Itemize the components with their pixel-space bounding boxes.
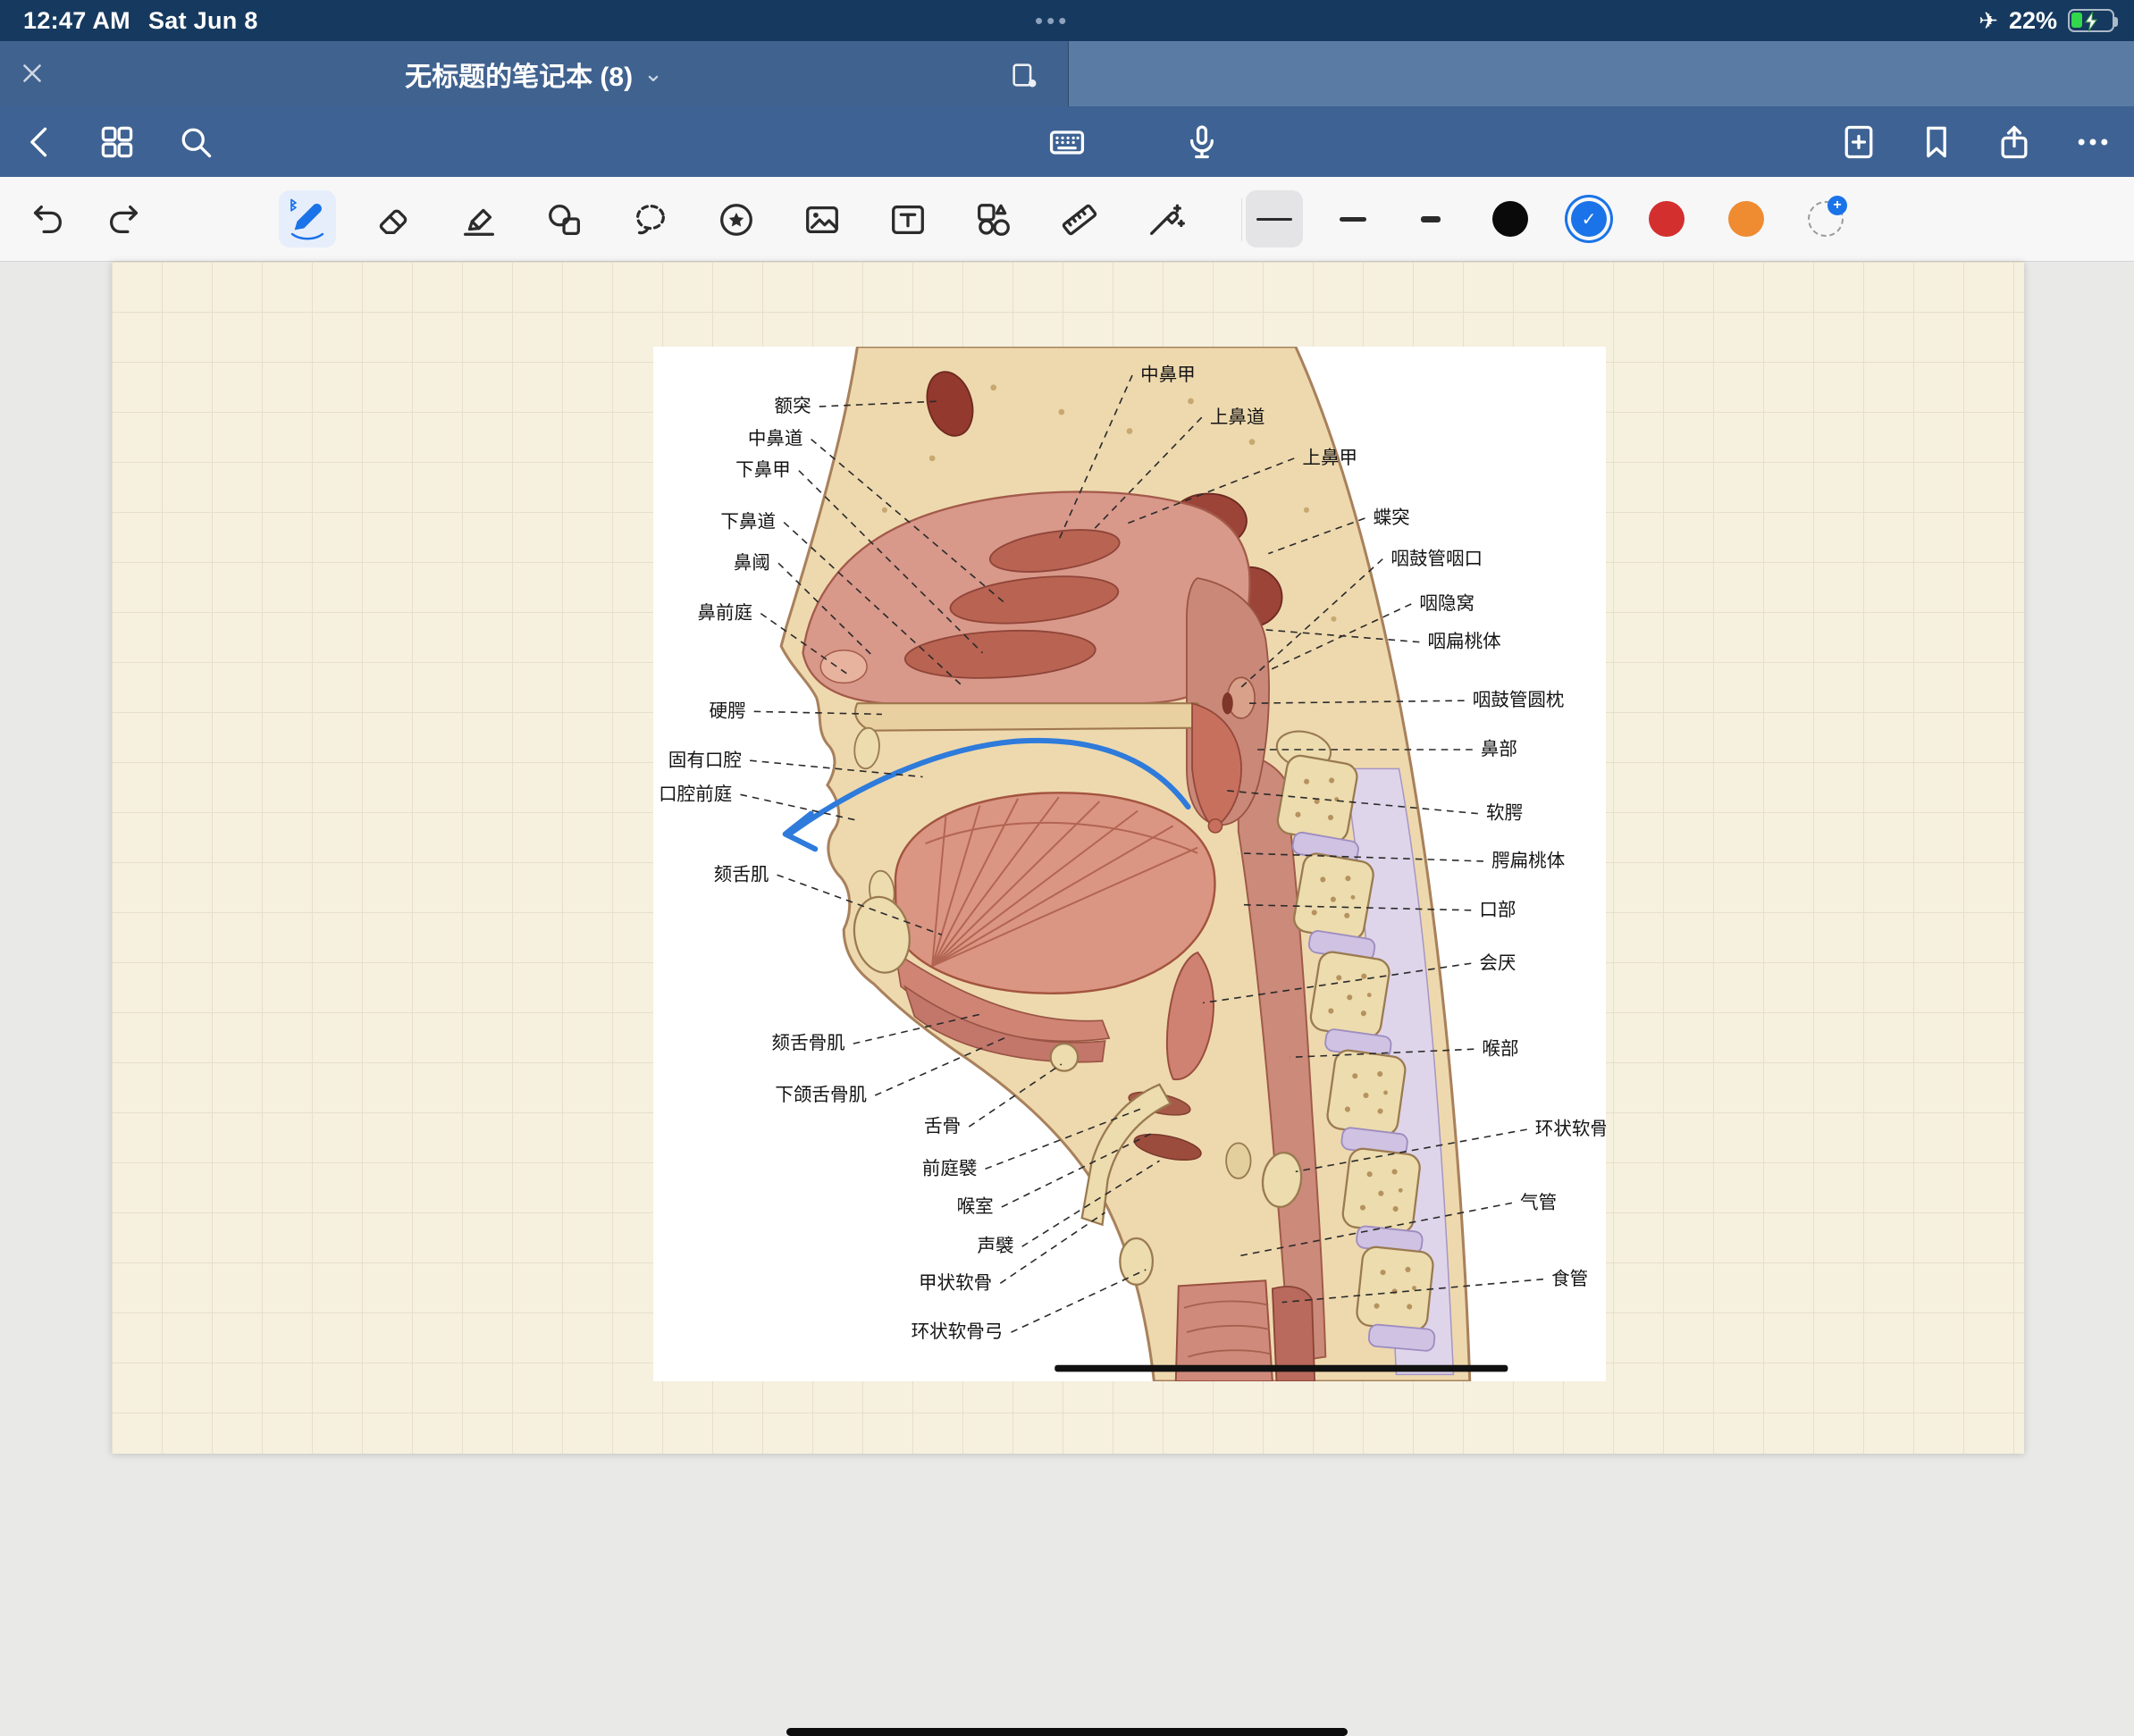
anatomy-label: 甲状软骨 [919,1271,992,1293]
anatomy-label: 鼻前庭 [698,602,753,624]
anatomy-label: 中鼻道 [748,428,803,449]
battery-icon [2068,9,2114,32]
anatomy-label: 蝶突 [1374,507,1410,528]
battery-percent: 22% [2009,7,2057,35]
note-page[interactable]: 额突中鼻道下鼻甲下鼻道鼻阈鼻前庭硬腭固有口腔口腔前庭颏舌肌颏舌骨肌下颌舌骨肌舌骨… [112,262,2024,1454]
add-page-button[interactable] [1838,122,1879,163]
anatomy-label: 咽鼓管咽口 [1390,548,1483,569]
anatomy-label: 声襞 [977,1235,1013,1256]
anatomy-label: 固有口腔 [668,749,742,770]
text-tool-button[interactable] [884,196,932,244]
canvas-area: 额突中鼻道下鼻甲下鼻道鼻阈鼻前庭硬腭固有口腔口腔前庭颏舌肌颏舌骨肌下颌舌骨肌舌骨… [0,262,2134,1490]
add-color-badge: + [1827,196,1847,215]
stroke-thickness-1-button[interactable] [1246,190,1303,247]
color-orange-button[interactable] [1728,201,1764,237]
tab-bar: 无标题的笔记本 (8) ⌄ [0,41,2134,106]
anatomy-label: 咽隐窝 [1419,592,1474,614]
multitask-dots-icon[interactable]: ••• [1035,0,1070,41]
anatomy-label: 中鼻甲 [1140,364,1196,385]
ruler-tool-button[interactable] [1055,196,1104,244]
color-black-button[interactable] [1492,201,1528,237]
anatomy-label: 腭扁桃体 [1491,850,1565,871]
anatomy-label: 颏舌肌 [714,863,769,885]
anatomy-label: 食管 [1551,1268,1588,1289]
anatomy-label: 下鼻甲 [735,459,791,481]
anatomy-label: 下鼻道 [720,511,776,533]
highlighter-tool-button[interactable] [455,196,503,244]
anatomy-label: 下颌舌骨肌 [775,1084,867,1105]
bluetooth-icon [291,199,296,210]
home-indicator[interactable] [786,1728,1348,1736]
eraser-tool-button[interactable] [369,196,417,244]
anatomy-label: 气管 [1520,1191,1557,1212]
ribbon-divider [1241,198,1242,241]
color-red-button[interactable] [1649,201,1685,237]
status-time: 12:47 AM [23,7,130,35]
anatomy-label: 前庭襞 [922,1157,978,1178]
custom-color-button[interactable]: + [1808,201,1844,237]
anatomy-label: 硬腭 [709,700,745,721]
status-date: Sat Jun 8 [148,7,258,35]
selected-check-icon: ✓ [1582,208,1597,231]
anatomy-label: 喉部 [1482,1037,1518,1059]
anatomy-label: 环状软骨弓 [912,1321,1004,1342]
anatomy-label: 口腔前庭 [659,783,732,804]
sticker-tool-button[interactable] [712,196,760,244]
stroke-thickness-3-button[interactable] [1402,190,1459,247]
redo-button[interactable] [100,196,148,244]
anatomy-label: 会厌 [1479,952,1516,973]
search-button[interactable] [175,122,216,163]
elements-tool-button[interactable] [970,196,1018,244]
keyboard-button[interactable] [1046,122,1088,163]
anatomy-label: 上鼻甲 [1302,447,1357,468]
anatomy-label: 颏舌骨肌 [772,1032,845,1053]
airplane-mode-icon: ✈ [1979,7,1998,35]
anatomy-figure[interactable]: 额突中鼻道下鼻甲下鼻道鼻阈鼻前庭硬腭固有口腔口腔前庭颏舌肌颏舌骨肌下颌舌骨肌舌骨… [653,347,1606,1381]
anatomy-label: 舌骨 [924,1115,961,1136]
pen-connected-arc [290,232,325,241]
more-options-button[interactable] [2072,122,2113,163]
anatomy-label: 鼻阈 [734,551,770,573]
page-layout-icon[interactable] [1003,54,1046,96]
shapes-tool-button[interactable] [541,196,589,244]
notebook-tab[interactable]: 无标题的笔记本 (8) ⌄ [0,41,1069,106]
anatomy-label: 咽鼓管圆枕 [1473,689,1565,710]
anatomy-label: 软腭 [1486,802,1523,824]
share-button[interactable] [1994,122,2035,163]
main-toolbar [0,106,2134,177]
image-scale-bar [1054,1365,1508,1372]
bookmark-button[interactable] [1916,122,1957,163]
color-blue-button[interactable]: ✓ [1571,201,1607,237]
status-bar: 12:47 AM Sat Jun 8 ••• ✈ 22% [0,0,2134,41]
pen-tool-button[interactable] [279,190,336,247]
anatomy-label: 额突 [775,395,811,416]
undo-button[interactable] [23,196,71,244]
anatomy-label: 上鼻道 [1210,406,1265,427]
tool-ribbon: ✓ + [0,177,2134,262]
chevron-down-icon[interactable]: ⌄ [643,60,663,88]
close-tab-button[interactable] [11,52,54,95]
laser-pointer-tool-button[interactable] [1141,196,1189,244]
microphone-button[interactable] [1181,122,1222,163]
stroke-thickness-2-button[interactable] [1324,190,1382,247]
anatomy-label: 口部 [1479,899,1516,920]
anatomy-label: 喉室 [957,1195,994,1217]
notebook-title[interactable]: 无标题的笔记本 (8) [405,55,633,94]
anatomy-label: 咽扁桃体 [1428,631,1501,652]
image-tool-button[interactable] [798,196,846,244]
lasso-tool-button[interactable] [626,196,675,244]
thumbnails-button[interactable] [97,122,138,163]
back-button[interactable] [20,122,61,163]
anatomy-label: 环状软骨板 [1535,1118,1606,1139]
anatomy-label: 鼻部 [1481,738,1517,759]
